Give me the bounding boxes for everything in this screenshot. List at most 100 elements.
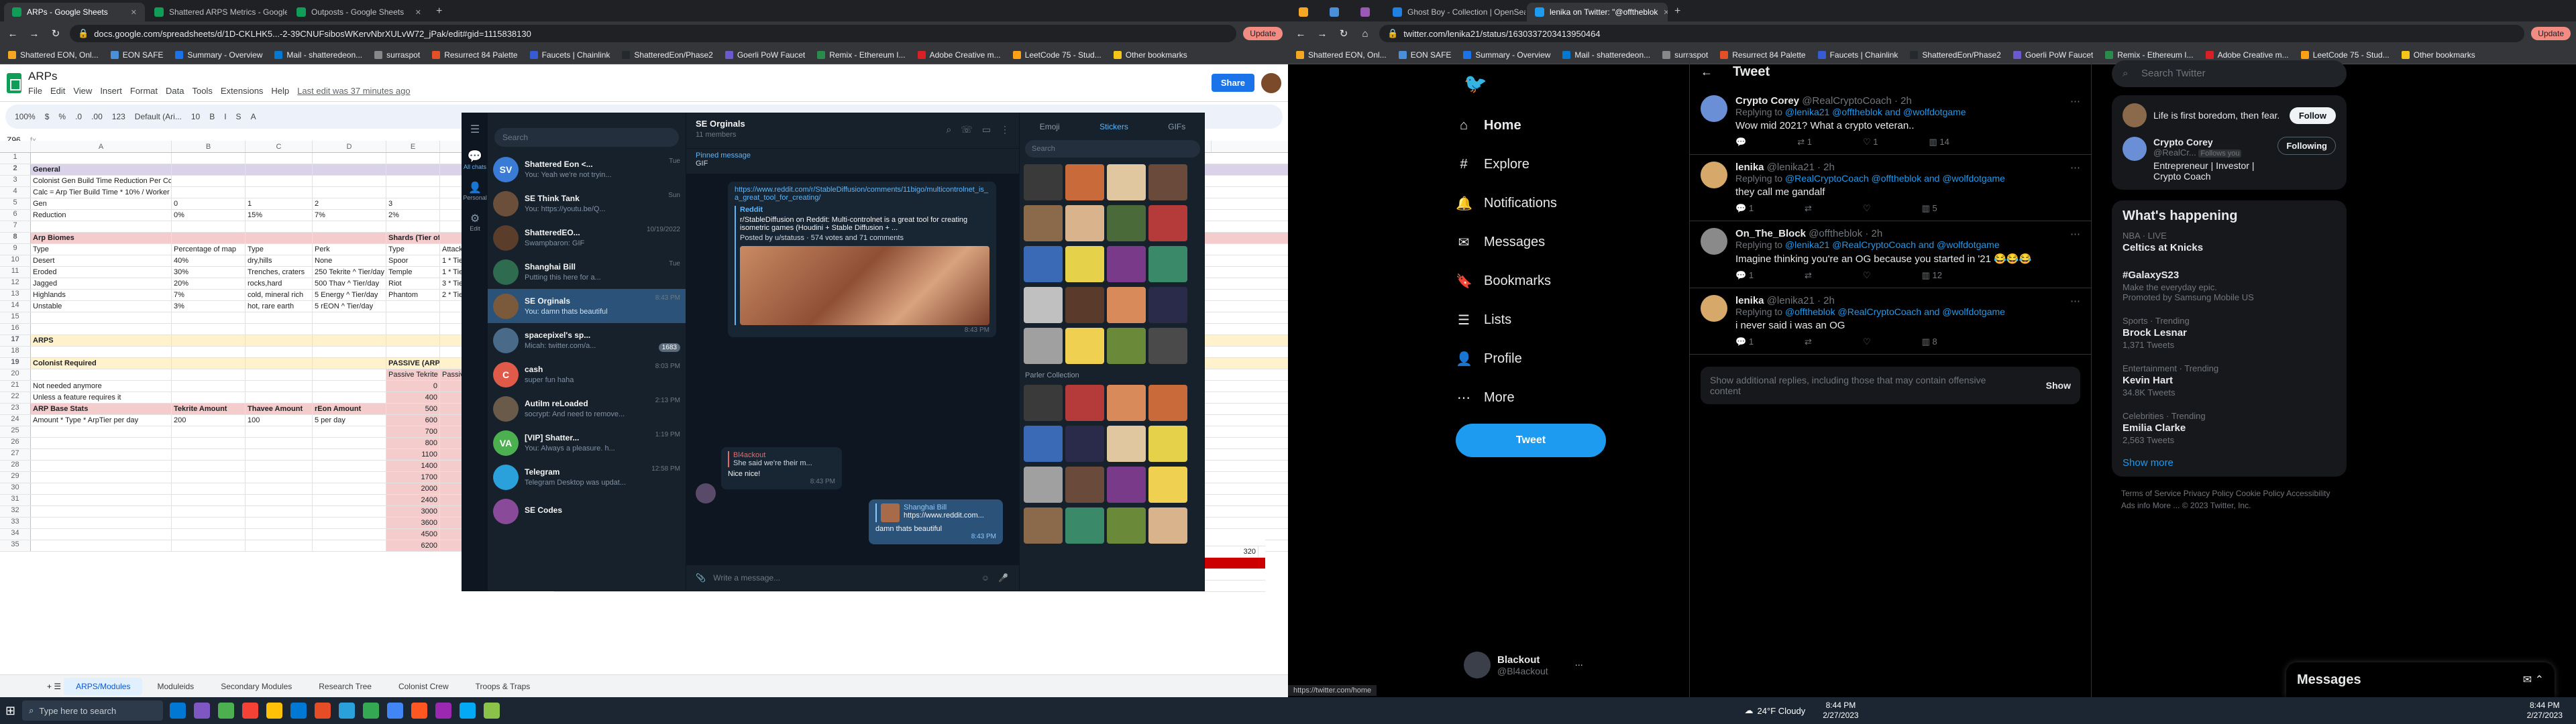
bookmark-item[interactable]: surraspot	[374, 50, 420, 60]
bookmark-item[interactable]: Shattered EON, Onl...	[1296, 50, 1387, 60]
table-cell[interactable]: Desert	[31, 255, 172, 266]
table-cell[interactable]	[386, 301, 440, 312]
column-header[interactable]: E	[386, 141, 440, 152]
table-cell[interactable]: 3000	[386, 506, 440, 517]
table-cell[interactable]: 20%	[172, 278, 246, 289]
tab-close-icon[interactable]: ✕	[415, 8, 421, 17]
table-cell[interactable]	[313, 381, 386, 391]
sheet-tab[interactable]: Troops & Traps	[464, 678, 543, 695]
update-button[interactable]: Update	[2531, 27, 2571, 40]
sticker[interactable]	[1148, 385, 1187, 421]
table-cell[interactable]: Highlands	[31, 290, 172, 300]
toolbar-button[interactable]: A	[251, 112, 256, 121]
footer-link[interactable]: Cookie Policy	[2236, 489, 2285, 498]
table-cell[interactable]	[386, 164, 440, 175]
folder-edit[interactable]: ⚙ Edit	[462, 212, 488, 232]
table-cell[interactable]: 5 Energy ^ Tier/day	[313, 290, 386, 300]
table-cell[interactable]	[246, 472, 313, 483]
table-cell[interactable]	[172, 187, 246, 198]
bookmark-item[interactable]: LeetCode 75 - Stud...	[2300, 50, 2390, 60]
table-cell[interactable]	[246, 529, 313, 540]
table-cell[interactable]: 2400	[386, 495, 440, 505]
table-cell[interactable]	[31, 347, 172, 357]
clock-left[interactable]: 8:44 PM 2/27/2023	[1823, 701, 1858, 721]
row-number[interactable]: 10	[0, 255, 31, 266]
table-cell[interactable]: Reduction	[31, 210, 172, 221]
follow-button[interactable]: Follow	[2289, 107, 2336, 124]
nav-item-profile[interactable]: 👤 Profile	[1456, 339, 1603, 378]
table-cell[interactable]: Type	[31, 244, 172, 255]
table-cell[interactable]	[246, 347, 313, 357]
table-cell[interactable]	[386, 176, 440, 186]
row-number[interactable]: 13	[0, 290, 31, 300]
table-cell[interactable]	[31, 426, 172, 437]
table-cell[interactable]	[172, 426, 246, 437]
menu-item[interactable]: Format	[130, 86, 158, 96]
row-number[interactable]: 16	[0, 324, 31, 335]
sticker-tab[interactable]: GIFs	[1168, 122, 1185, 131]
row-number[interactable]: 12	[0, 278, 31, 289]
bookmark-item[interactable]: Mail - shatteredeon...	[1562, 50, 1650, 60]
toolbar-button[interactable]: B	[209, 112, 215, 121]
table-cell[interactable]	[31, 529, 172, 540]
table-cell[interactable]: Perk	[313, 244, 386, 255]
sticker[interactable]	[1107, 467, 1146, 503]
trend-item[interactable]: NBA · LIVE Celtics at Knicks	[2123, 224, 2336, 261]
nav-item-bookmarks[interactable]: 🔖 Bookmarks	[1456, 261, 1603, 300]
row-number[interactable]: 24	[0, 415, 31, 426]
toolbar-button[interactable]: Default (Ari...	[135, 112, 182, 121]
tweet[interactable]: On_The_Block @offtheblok · 2h Replying to…	[1690, 221, 2091, 288]
taskbar-app-icon[interactable]	[242, 703, 259, 719]
table-cell[interactable]: cold, mineral rich	[246, 290, 313, 300]
table-cell[interactable]: PASSIVE (ARPS INCOME)	[386, 358, 440, 369]
table-cell[interactable]	[313, 483, 386, 494]
menu-item[interactable]: File	[28, 86, 42, 96]
views-icon[interactable]: ▥ 12	[1922, 270, 1942, 281]
chat-list-item[interactable]: Shanghai Bill Putting this here for a... T…	[488, 255, 686, 289]
table-cell[interactable]	[172, 529, 246, 540]
chat-list-item[interactable]: SE Think Tank You: https://youtu.be/Q... S…	[488, 186, 686, 221]
table-cell[interactable]: 1100	[386, 449, 440, 460]
menu-item[interactable]: Insert	[100, 86, 122, 96]
table-cell[interactable]: 3	[386, 198, 440, 209]
table-cell[interactable]: Gen	[31, 198, 172, 209]
more-icon[interactable]: ⋯	[2070, 228, 2080, 281]
table-cell[interactable]: hot, rare earth	[246, 301, 313, 312]
bookmark-item[interactable]: Adobe Creative m...	[917, 50, 1001, 60]
table-cell[interactable]	[313, 335, 386, 346]
table-cell[interactable]: Amount * Type * ArpTier per day	[31, 415, 172, 426]
table-cell[interactable]	[31, 369, 172, 380]
table-cell[interactable]	[386, 347, 440, 357]
tweet-author[interactable]: lenika	[1735, 295, 1764, 306]
table-cell[interactable]	[172, 358, 246, 369]
toolbar-button[interactable]: 10	[191, 112, 200, 121]
table-cell[interactable]: 500	[386, 404, 440, 414]
pinned-message[interactable]: Pinned message GIF	[686, 148, 1019, 174]
chat-list-item[interactable]: Telegram Telegram Desktop was updat... 12:…	[488, 460, 686, 494]
table-cell[interactable]	[172, 312, 246, 323]
browser-tab[interactable]: ARPs - Google Sheets ✕	[4, 3, 145, 21]
sticker[interactable]	[1107, 164, 1146, 200]
menu-item[interactable]: Data	[166, 86, 184, 96]
sticker[interactable]	[1107, 507, 1146, 544]
sticker[interactable]	[1148, 507, 1187, 544]
like-icon[interactable]: ♡	[1863, 337, 1871, 347]
sticker[interactable]	[1065, 246, 1104, 282]
table-cell[interactable]: Type	[386, 244, 440, 255]
tweet[interactable]: lenika @lenika21 · 2h Replying to @RealCr…	[1690, 155, 2091, 221]
like-icon[interactable]: ♡	[1863, 203, 1871, 214]
sticker[interactable]	[1024, 287, 1063, 323]
chat-list-item[interactable]: SE Orginals You: damn thats beautiful 8:43…	[488, 289, 686, 323]
share-button[interactable]: Share	[1211, 74, 1254, 92]
taskbar-app-icon[interactable]	[484, 703, 500, 719]
table-cell[interactable]	[246, 495, 313, 505]
follow-name[interactable]: Crypto Corey	[2153, 137, 2271, 147]
bookmark-item[interactable]: Adobe Creative m...	[2205, 50, 2289, 60]
row-number[interactable]: 22	[0, 392, 31, 403]
bookmark-item[interactable]: Other bookmarks	[1113, 50, 1187, 60]
reply-icon[interactable]: 💬	[1735, 137, 1746, 147]
footer-link[interactable]: © 2023 Twitter, Inc.	[2182, 501, 2251, 510]
browser-tab[interactable]	[1323, 3, 1352, 21]
bookmark-item[interactable]: ShatteredEon/Phase2	[622, 50, 713, 60]
sticker[interactable]	[1148, 426, 1187, 462]
